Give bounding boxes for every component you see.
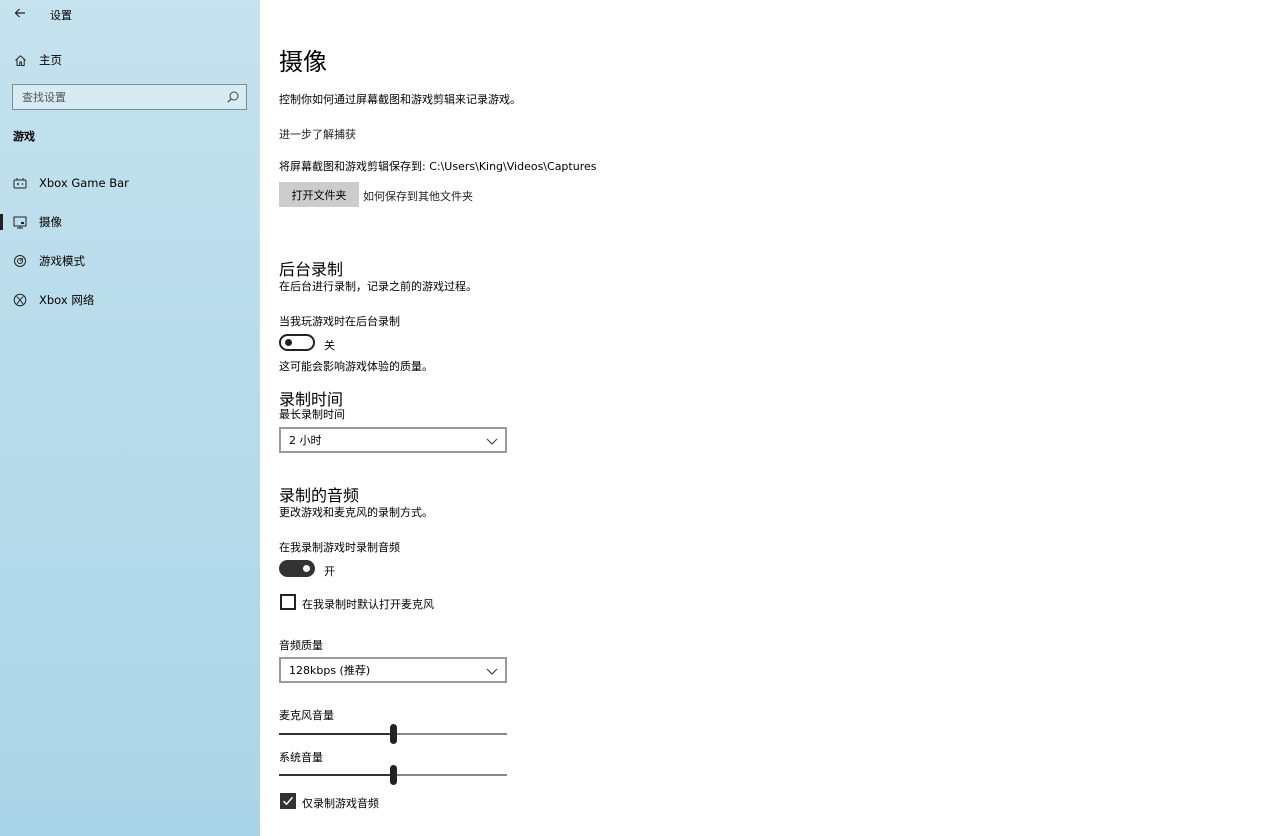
- background-recording-toggle-label: 当我玩游戏时在后台录制: [279, 315, 400, 328]
- system-volume-slider[interactable]: [279, 765, 507, 785]
- sidebar-item-label: Xbox Game Bar: [39, 176, 129, 190]
- toggle-knob: [285, 339, 292, 346]
- recorded-audio-description: 更改游戏和麦克风的录制方式。: [279, 506, 433, 519]
- background-recording-toggle[interactable]: [279, 334, 315, 351]
- page-title: 摄像: [279, 48, 327, 76]
- home-icon: [13, 53, 27, 67]
- mic-default-checkbox[interactable]: [280, 594, 296, 610]
- sidebar-item-game-mode[interactable]: 游戏模式: [0, 246, 260, 276]
- background-recording-heading: 后台录制: [279, 260, 344, 279]
- slider-thumb[interactable]: [389, 724, 397, 744]
- sidebar-item-xbox-network[interactable]: Xbox 网络: [0, 285, 260, 315]
- back-button[interactable]: [8, 2, 32, 24]
- save-location: 将屏幕截图和游戏剪辑保存到: C:\Users\King\Videos\Capt…: [279, 158, 596, 174]
- active-indicator: [0, 214, 3, 230]
- recorded-audio-heading: 录制的音频: [279, 486, 360, 505]
- save-path: C:\Users\King\Videos\Captures: [429, 160, 597, 173]
- main-content: 摄像 控制你如何通过屏幕截图和游戏剪辑来记录游戏。 进一步了解捕获 将屏幕截图和…: [260, 0, 1280, 836]
- record-audio-toggle-state: 开: [324, 565, 335, 578]
- background-recording-description: 在后台进行录制，记录之前的游戏过程。: [279, 280, 477, 293]
- game-audio-only-label: 仅录制游戏音频: [302, 797, 379, 810]
- game-audio-only-checkbox[interactable]: [280, 793, 296, 809]
- capture-icon: [13, 215, 27, 229]
- slider-fill: [279, 733, 393, 735]
- save-path-label: 将屏幕截图和游戏剪辑保存到:: [279, 160, 426, 173]
- title-bar: 设置: [0, 0, 260, 28]
- audio-quality-value: 128kbps (推荐): [289, 664, 371, 677]
- system-volume-label: 系统音量: [279, 751, 323, 764]
- chevron-down-icon: [486, 668, 498, 675]
- gamemode-icon: [13, 254, 27, 268]
- recording-length-label: 最长录制时间: [279, 408, 345, 421]
- search-icon[interactable]: [226, 90, 240, 104]
- learn-more-link[interactable]: 进一步了解捕获: [279, 126, 356, 142]
- checkmark-icon: [282, 796, 294, 806]
- search-input[interactable]: [13, 86, 218, 108]
- sidebar: 设置 主页 游戏 Xbox Game Bar: [0, 0, 260, 836]
- open-folder-button[interactable]: 打开文件夹: [279, 182, 359, 207]
- xbox-icon: [13, 293, 27, 307]
- sidebar-item-label: 主页: [39, 53, 62, 67]
- background-recording-note: 这可能会影响游戏体验的质量。: [279, 360, 433, 373]
- slider-thumb[interactable]: [389, 765, 397, 785]
- mic-default-checkbox-label: 在我录制时默认打开麦克风: [302, 598, 434, 611]
- gamebar-icon: [13, 176, 27, 190]
- toggle-knob: [303, 565, 310, 572]
- sidebar-item-label: Xbox 网络: [39, 293, 95, 307]
- window-title: 设置: [50, 9, 72, 22]
- record-audio-toggle-label: 在我录制游戏时录制音频: [279, 541, 400, 554]
- slider-fill: [279, 774, 393, 776]
- background-recording-toggle-state: 关: [324, 339, 335, 352]
- sidebar-item-captures[interactable]: 摄像: [0, 207, 260, 237]
- search-box: [12, 84, 247, 110]
- audio-quality-select[interactable]: 128kbps (推荐): [279, 657, 507, 683]
- chevron-down-icon: [486, 438, 498, 445]
- sidebar-item-home[interactable]: 主页: [0, 48, 260, 72]
- recording-length-select[interactable]: 2 小时: [279, 427, 507, 453]
- back-arrow-icon: [14, 8, 25, 18]
- sidebar-item-label: 摄像: [39, 215, 62, 229]
- page-description: 控制你如何通过屏幕截图和游戏剪辑来记录游戏。: [279, 93, 521, 106]
- sidebar-item-label: 游戏模式: [39, 254, 85, 268]
- other-folder-link[interactable]: 如何保存到其他文件夹: [363, 188, 473, 204]
- mic-volume-label: 麦克风音量: [279, 709, 334, 722]
- audio-quality-label: 音频质量: [279, 639, 323, 652]
- record-audio-toggle[interactable]: [279, 560, 315, 577]
- sidebar-item-xbox-game-bar[interactable]: Xbox Game Bar: [0, 168, 260, 198]
- section-heading: 游戏: [13, 130, 35, 143]
- mic-volume-slider[interactable]: [279, 724, 507, 744]
- recording-length-value: 2 小时: [289, 434, 322, 447]
